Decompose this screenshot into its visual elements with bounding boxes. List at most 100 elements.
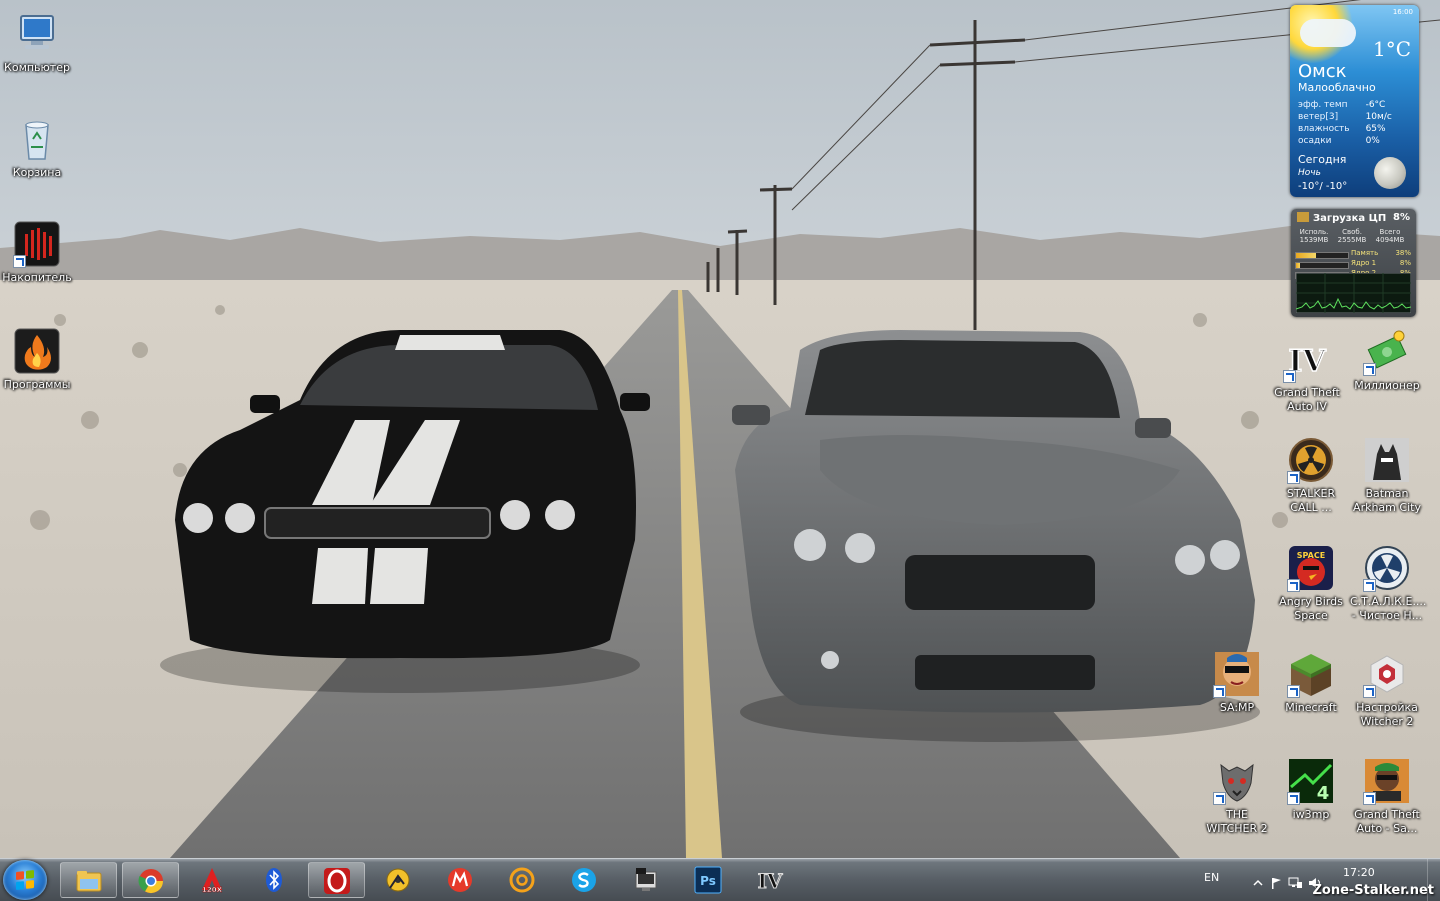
start-button[interactable] xyxy=(3,860,47,900)
svg-text:120X: 120X xyxy=(202,886,223,894)
desktop-icon-samp[interactable]: SA:MP xyxy=(1200,650,1274,715)
taskbar-aimp[interactable] xyxy=(618,862,675,898)
action-center-flag-icon[interactable] xyxy=(1270,874,1282,889)
taskbar-photoshop[interactable]: Ps xyxy=(680,862,737,898)
stalker-clear-sky-icon xyxy=(1363,544,1411,592)
svg-text:Ps: Ps xyxy=(700,874,716,888)
desktop-icon-accumulator[interactable]: Накопитель xyxy=(0,220,74,285)
network-icon[interactable] xyxy=(1288,874,1302,888)
desktop-wallpaper xyxy=(0,0,1440,858)
desktop-icon-label: С.Т.А.Л.К.Е.... - Чистое Н... xyxy=(1350,595,1427,622)
desktop-icon-stalker[interactable]: STALKER CALL ... xyxy=(1274,436,1348,515)
cpu-meter-gadget[interactable]: Загрузка ЦП 8% Исполь. Своб. Всего 1539MB 2… xyxy=(1291,209,1416,317)
bluetooth-icon xyxy=(266,868,282,892)
iw3mp-icon: 4 xyxy=(1287,757,1335,805)
desktop-icon-angry-birds[interactable]: SPACE Angry Birds Space xyxy=(1274,544,1348,623)
explorer-icon xyxy=(76,871,102,892)
moon-icon xyxy=(1374,157,1406,189)
tray-expand-icon[interactable] xyxy=(1252,874,1264,886)
taskbar-mailru[interactable] xyxy=(494,862,551,898)
taskbar-opera[interactable] xyxy=(308,862,365,898)
cpu-header: Загрузка ЦП 8% xyxy=(1297,212,1412,224)
desktop-icon-recycle-bin[interactable]: Корзина xyxy=(0,115,74,180)
desktop-icon-label: STALKER CALL ... xyxy=(1286,487,1336,514)
taskbar-skype[interactable] xyxy=(556,862,613,898)
witcher2-icon xyxy=(1213,757,1261,805)
cpu-title: Загрузка ЦП xyxy=(1313,213,1387,224)
shortcut-arrow-icon xyxy=(1213,792,1226,805)
weather-time: 16:00 xyxy=(1392,8,1413,16)
desktop-icon-programs[interactable]: Программы xyxy=(0,327,74,392)
aimp-icon xyxy=(635,868,657,891)
taskbar-mailru-agent[interactable] xyxy=(432,862,489,898)
desktop-icon-iw3mp[interactable]: 4 iw3mp xyxy=(1274,757,1348,822)
taskbar-bluetooth[interactable] xyxy=(246,862,303,898)
desktop-icon-witcher-config[interactable]: Настройка Witcher 2 xyxy=(1350,650,1424,729)
witcher-config-icon xyxy=(1363,650,1411,698)
taskbar: 120X Ps IV EN 17:20 Zone-Stalker.net xyxy=(0,858,1440,901)
desktop-icon-label: Миллионер xyxy=(1354,379,1420,392)
gta4-taskbar-icon: IV xyxy=(757,869,783,894)
desktop-icon-label: Angry Birds Space xyxy=(1279,595,1343,622)
shortcut-arrow-icon xyxy=(1363,579,1376,592)
desktop-icon-batman[interactable]: Batman Arkham City xyxy=(1350,436,1424,515)
weather-details: эфф. темп -6°C ветер[3] 10м/с влажность 65%… xyxy=(1298,100,1392,146)
system-clock[interactable]: 17:20 xyxy=(1343,866,1375,879)
mailru-agent-icon xyxy=(448,868,472,892)
show-desktop-button[interactable] xyxy=(1427,859,1440,901)
shortcut-arrow-icon xyxy=(1287,579,1300,592)
weather-today-label: Сегодня xyxy=(1298,153,1347,166)
desktop-icon-millionaire[interactable]: Миллионер xyxy=(1350,328,1424,393)
weather-condition: Малооблачно xyxy=(1298,81,1376,94)
cloud-icon xyxy=(1300,19,1356,47)
opera-icon xyxy=(324,868,350,894)
samp-icon xyxy=(1213,650,1261,698)
desktop-icon-minecraft[interactable]: Minecraft xyxy=(1274,650,1348,715)
angry-birds-icon: SPACE xyxy=(1287,544,1335,592)
desktop-icon-label: Накопитель xyxy=(2,271,72,284)
stalker-icon xyxy=(1287,436,1335,484)
shortcut-arrow-icon xyxy=(1287,685,1300,698)
desktop-icon-label: THE WITCHER 2 xyxy=(1206,808,1268,835)
taskbar-120x[interactable]: 120X xyxy=(184,862,241,898)
weather-night-label: Ночь xyxy=(1298,168,1321,178)
desktop-icon-gta-sa[interactable]: Grand Theft Auto - Sa... xyxy=(1350,757,1424,836)
desktop-icon-label: Minecraft xyxy=(1285,701,1337,714)
desktop-icon-label: Программы xyxy=(3,378,71,391)
cpu-percent: 8% xyxy=(1393,212,1410,223)
shortcut-arrow-icon xyxy=(1287,792,1300,805)
watermark-text: Zone-Stalker.net xyxy=(1312,883,1434,898)
accumulator-icon xyxy=(13,220,61,268)
skype-icon xyxy=(572,868,596,892)
millionaire-icon xyxy=(1363,328,1411,376)
svg-text:4: 4 xyxy=(1317,783,1330,804)
taskbar-gta4[interactable]: IV xyxy=(742,862,799,898)
desktop-icon-label: Компьютер xyxy=(4,61,70,74)
desktop-icon-label: SA:MP xyxy=(1219,701,1255,714)
shortcut-arrow-icon xyxy=(13,255,26,268)
desktop-icon-label: Grand Theft Auto IV xyxy=(1274,386,1340,413)
cpu-usage-graph xyxy=(1296,273,1411,313)
windows-logo-icon xyxy=(16,870,34,890)
taskbar-daemon-tools[interactable] xyxy=(370,862,427,898)
taskbar-chrome[interactable] xyxy=(122,862,179,898)
chrome-icon xyxy=(138,869,163,894)
shortcut-arrow-icon xyxy=(1287,471,1300,484)
desktop-icon-label: Batman Arkham City xyxy=(1353,487,1421,514)
gta-sa-icon xyxy=(1363,757,1411,805)
recycle-bin-icon xyxy=(13,115,61,163)
desktop-icon-gta4[interactable]: IV Grand Theft Auto IV xyxy=(1270,335,1344,414)
svg-text:IV: IV xyxy=(758,869,783,893)
taskbar-explorer[interactable] xyxy=(60,862,117,898)
programs-icon xyxy=(13,327,61,375)
weather-gadget[interactable]: 16:00 1°C Омск Малооблачно эфф. темп -6°C… xyxy=(1290,5,1419,197)
desktop-icon-computer[interactable]: Компьютер xyxy=(0,10,74,75)
desktop-icon-stalker-clear-sky[interactable]: С.Т.А.Л.К.Е.... - Чистое Н... xyxy=(1350,544,1427,623)
app-120x-icon: 120X xyxy=(202,868,223,894)
shortcut-arrow-icon xyxy=(1363,363,1376,376)
language-indicator[interactable]: EN xyxy=(1204,871,1219,884)
desktop-icon-witcher2[interactable]: THE WITCHER 2 xyxy=(1200,757,1274,836)
daemon-tools-icon xyxy=(386,868,410,892)
shortcut-arrow-icon xyxy=(1213,685,1226,698)
cpu-chip-icon xyxy=(1297,212,1309,222)
